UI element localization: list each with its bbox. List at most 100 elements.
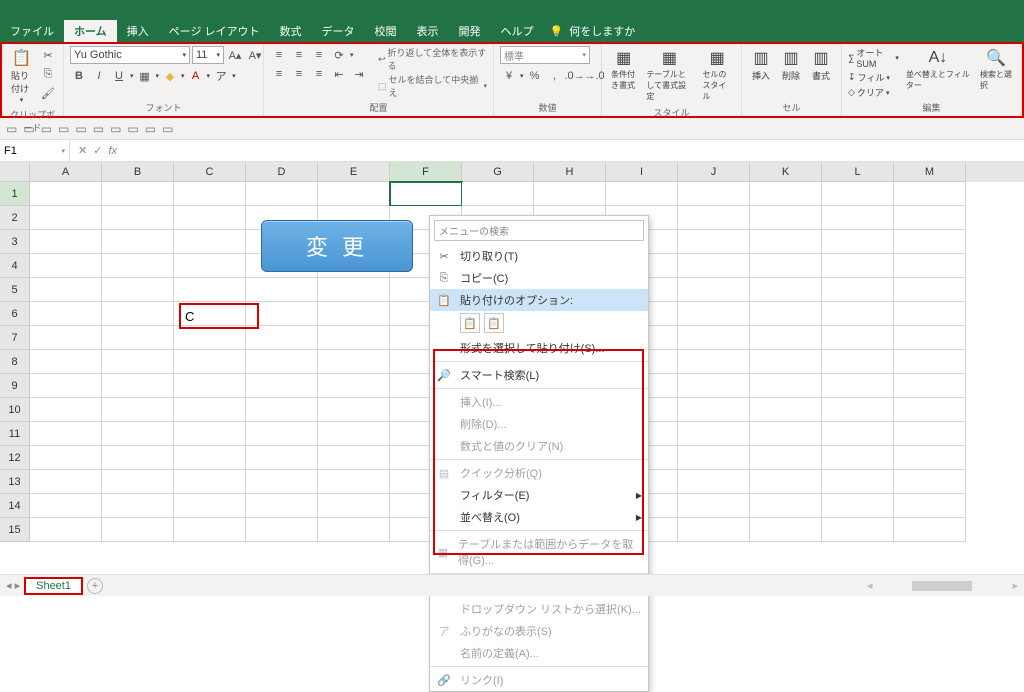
scroll-left-icon[interactable]: ◂ xyxy=(867,579,873,592)
cell-J1[interactable] xyxy=(678,182,750,206)
ctx-cut[interactable]: ✂切り取り(T) xyxy=(430,245,648,267)
tab-developer[interactable]: 開発 xyxy=(449,20,491,42)
cell-L11[interactable] xyxy=(822,422,894,446)
cell-K13[interactable] xyxy=(750,470,822,494)
cell-D10[interactable] xyxy=(246,398,318,422)
tab-review[interactable]: 校閲 xyxy=(365,20,407,42)
tab-help[interactable]: ヘルプ xyxy=(491,20,544,42)
autosum-button[interactable]: ∑ オート SUM ▾ xyxy=(848,46,899,69)
fill-button[interactable]: ↧ フィル ▾ xyxy=(848,71,899,84)
cell-K15[interactable] xyxy=(750,518,822,542)
cell-B11[interactable] xyxy=(102,422,174,446)
scroll-right-icon[interactable]: ▸ xyxy=(1012,579,1018,592)
row-header-10[interactable]: 10 xyxy=(0,398,30,422)
wrap-text-button[interactable]: ↩折り返して全体を表示する xyxy=(378,46,487,72)
name-box[interactable]: F1▾ xyxy=(0,140,70,161)
ctx-filter[interactable]: フィルター(E) xyxy=(430,484,648,506)
cell-E15[interactable] xyxy=(318,518,390,542)
cell-L5[interactable] xyxy=(822,278,894,302)
ctx-sort[interactable]: 並べ替え(O) xyxy=(430,506,648,528)
cell-B14[interactable] xyxy=(102,494,174,518)
cell-K4[interactable] xyxy=(750,254,822,278)
conditional-format-button[interactable]: ▦条件付き書式 xyxy=(608,46,639,93)
cell-C10[interactable] xyxy=(174,398,246,422)
cell-I1[interactable] xyxy=(606,182,678,206)
cell-J14[interactable] xyxy=(678,494,750,518)
cell-E6[interactable] xyxy=(318,302,390,326)
cell-B15[interactable] xyxy=(102,518,174,542)
cell-L13[interactable] xyxy=(822,470,894,494)
row-header-6[interactable]: 6 xyxy=(0,302,30,326)
format-cells-button[interactable]: ▥書式 xyxy=(808,46,834,84)
qat-item[interactable]: ▭ xyxy=(75,122,86,136)
cell-M14[interactable] xyxy=(894,494,966,518)
qat-item[interactable]: ▭ xyxy=(162,122,173,136)
cell-A6[interactable] xyxy=(30,302,102,326)
cell-L4[interactable] xyxy=(822,254,894,278)
ctx-copy[interactable]: ⎘コピー(C) xyxy=(430,267,648,289)
cell-C8[interactable] xyxy=(174,350,246,374)
column-header-B[interactable]: B xyxy=(102,162,174,182)
cell-E13[interactable] xyxy=(318,470,390,494)
cell-M8[interactable] xyxy=(894,350,966,374)
cell-E11[interactable] xyxy=(318,422,390,446)
cell-B6[interactable] xyxy=(102,302,174,326)
increase-decimal-icon[interactable]: .0→ xyxy=(566,67,584,85)
merge-center-button[interactable]: ⬚セルを結合して中央揃え ▾ xyxy=(378,73,487,99)
font-color-icon[interactable]: A xyxy=(187,67,205,85)
cell-L2[interactable] xyxy=(822,206,894,230)
insert-cells-button[interactable]: ▥挿入 xyxy=(748,46,774,84)
cell-A8[interactable] xyxy=(30,350,102,374)
align-right-icon[interactable]: ≡ xyxy=(310,65,328,83)
cell-D15[interactable] xyxy=(246,518,318,542)
qat-item[interactable]: ▭ xyxy=(110,122,121,136)
row-header-9[interactable]: 9 xyxy=(0,374,30,398)
cell-D8[interactable] xyxy=(246,350,318,374)
cell-M12[interactable] xyxy=(894,446,966,470)
cell-K11[interactable] xyxy=(750,422,822,446)
cell-E8[interactable] xyxy=(318,350,390,374)
cell-A7[interactable] xyxy=(30,326,102,350)
align-bottom-icon[interactable]: ≡ xyxy=(310,46,328,64)
orientation-icon[interactable]: ⟳ xyxy=(330,46,348,64)
tab-view[interactable]: 表示 xyxy=(407,20,449,42)
add-sheet-button[interactable]: + xyxy=(87,578,103,594)
row-header-14[interactable]: 14 xyxy=(0,494,30,518)
tell-me-search[interactable]: 何をしますか xyxy=(563,20,641,42)
cell-C3[interactable] xyxy=(174,230,246,254)
column-header-M[interactable]: M xyxy=(894,162,966,182)
indent-dec-icon[interactable]: ⇤ xyxy=(330,65,348,83)
cell-J11[interactable] xyxy=(678,422,750,446)
cell-L8[interactable] xyxy=(822,350,894,374)
cell-M6[interactable] xyxy=(894,302,966,326)
clear-button[interactable]: ◇ クリア ▾ xyxy=(848,86,899,99)
cell-C9[interactable] xyxy=(174,374,246,398)
cell-M1[interactable] xyxy=(894,182,966,206)
cell-M7[interactable] xyxy=(894,326,966,350)
decrease-decimal-icon[interactable]: →.0 xyxy=(586,67,604,85)
cell-E12[interactable] xyxy=(318,446,390,470)
cell-B3[interactable] xyxy=(102,230,174,254)
cell-K7[interactable] xyxy=(750,326,822,350)
cell-J12[interactable] xyxy=(678,446,750,470)
column-header-J[interactable]: J xyxy=(678,162,750,182)
cell-A11[interactable] xyxy=(30,422,102,446)
cell-J8[interactable] xyxy=(678,350,750,374)
cell-M11[interactable] xyxy=(894,422,966,446)
bold-button[interactable]: B xyxy=(70,67,88,85)
cell-C13[interactable] xyxy=(174,470,246,494)
cell-E7[interactable] xyxy=(318,326,390,350)
cell-J15[interactable] xyxy=(678,518,750,542)
cell-L14[interactable] xyxy=(822,494,894,518)
cell-L9[interactable] xyxy=(822,374,894,398)
column-header-K[interactable]: K xyxy=(750,162,822,182)
cell-C11[interactable] xyxy=(174,422,246,446)
cell-C5[interactable] xyxy=(174,278,246,302)
row-header-13[interactable]: 13 xyxy=(0,470,30,494)
row-header-1[interactable]: 1 xyxy=(0,182,30,206)
cell-C15[interactable] xyxy=(174,518,246,542)
column-header-H[interactable]: H xyxy=(534,162,606,182)
cell-B10[interactable] xyxy=(102,398,174,422)
cell-L7[interactable] xyxy=(822,326,894,350)
ctx-paste-special[interactable]: 形式を選択して貼り付け(S)... xyxy=(430,337,648,359)
